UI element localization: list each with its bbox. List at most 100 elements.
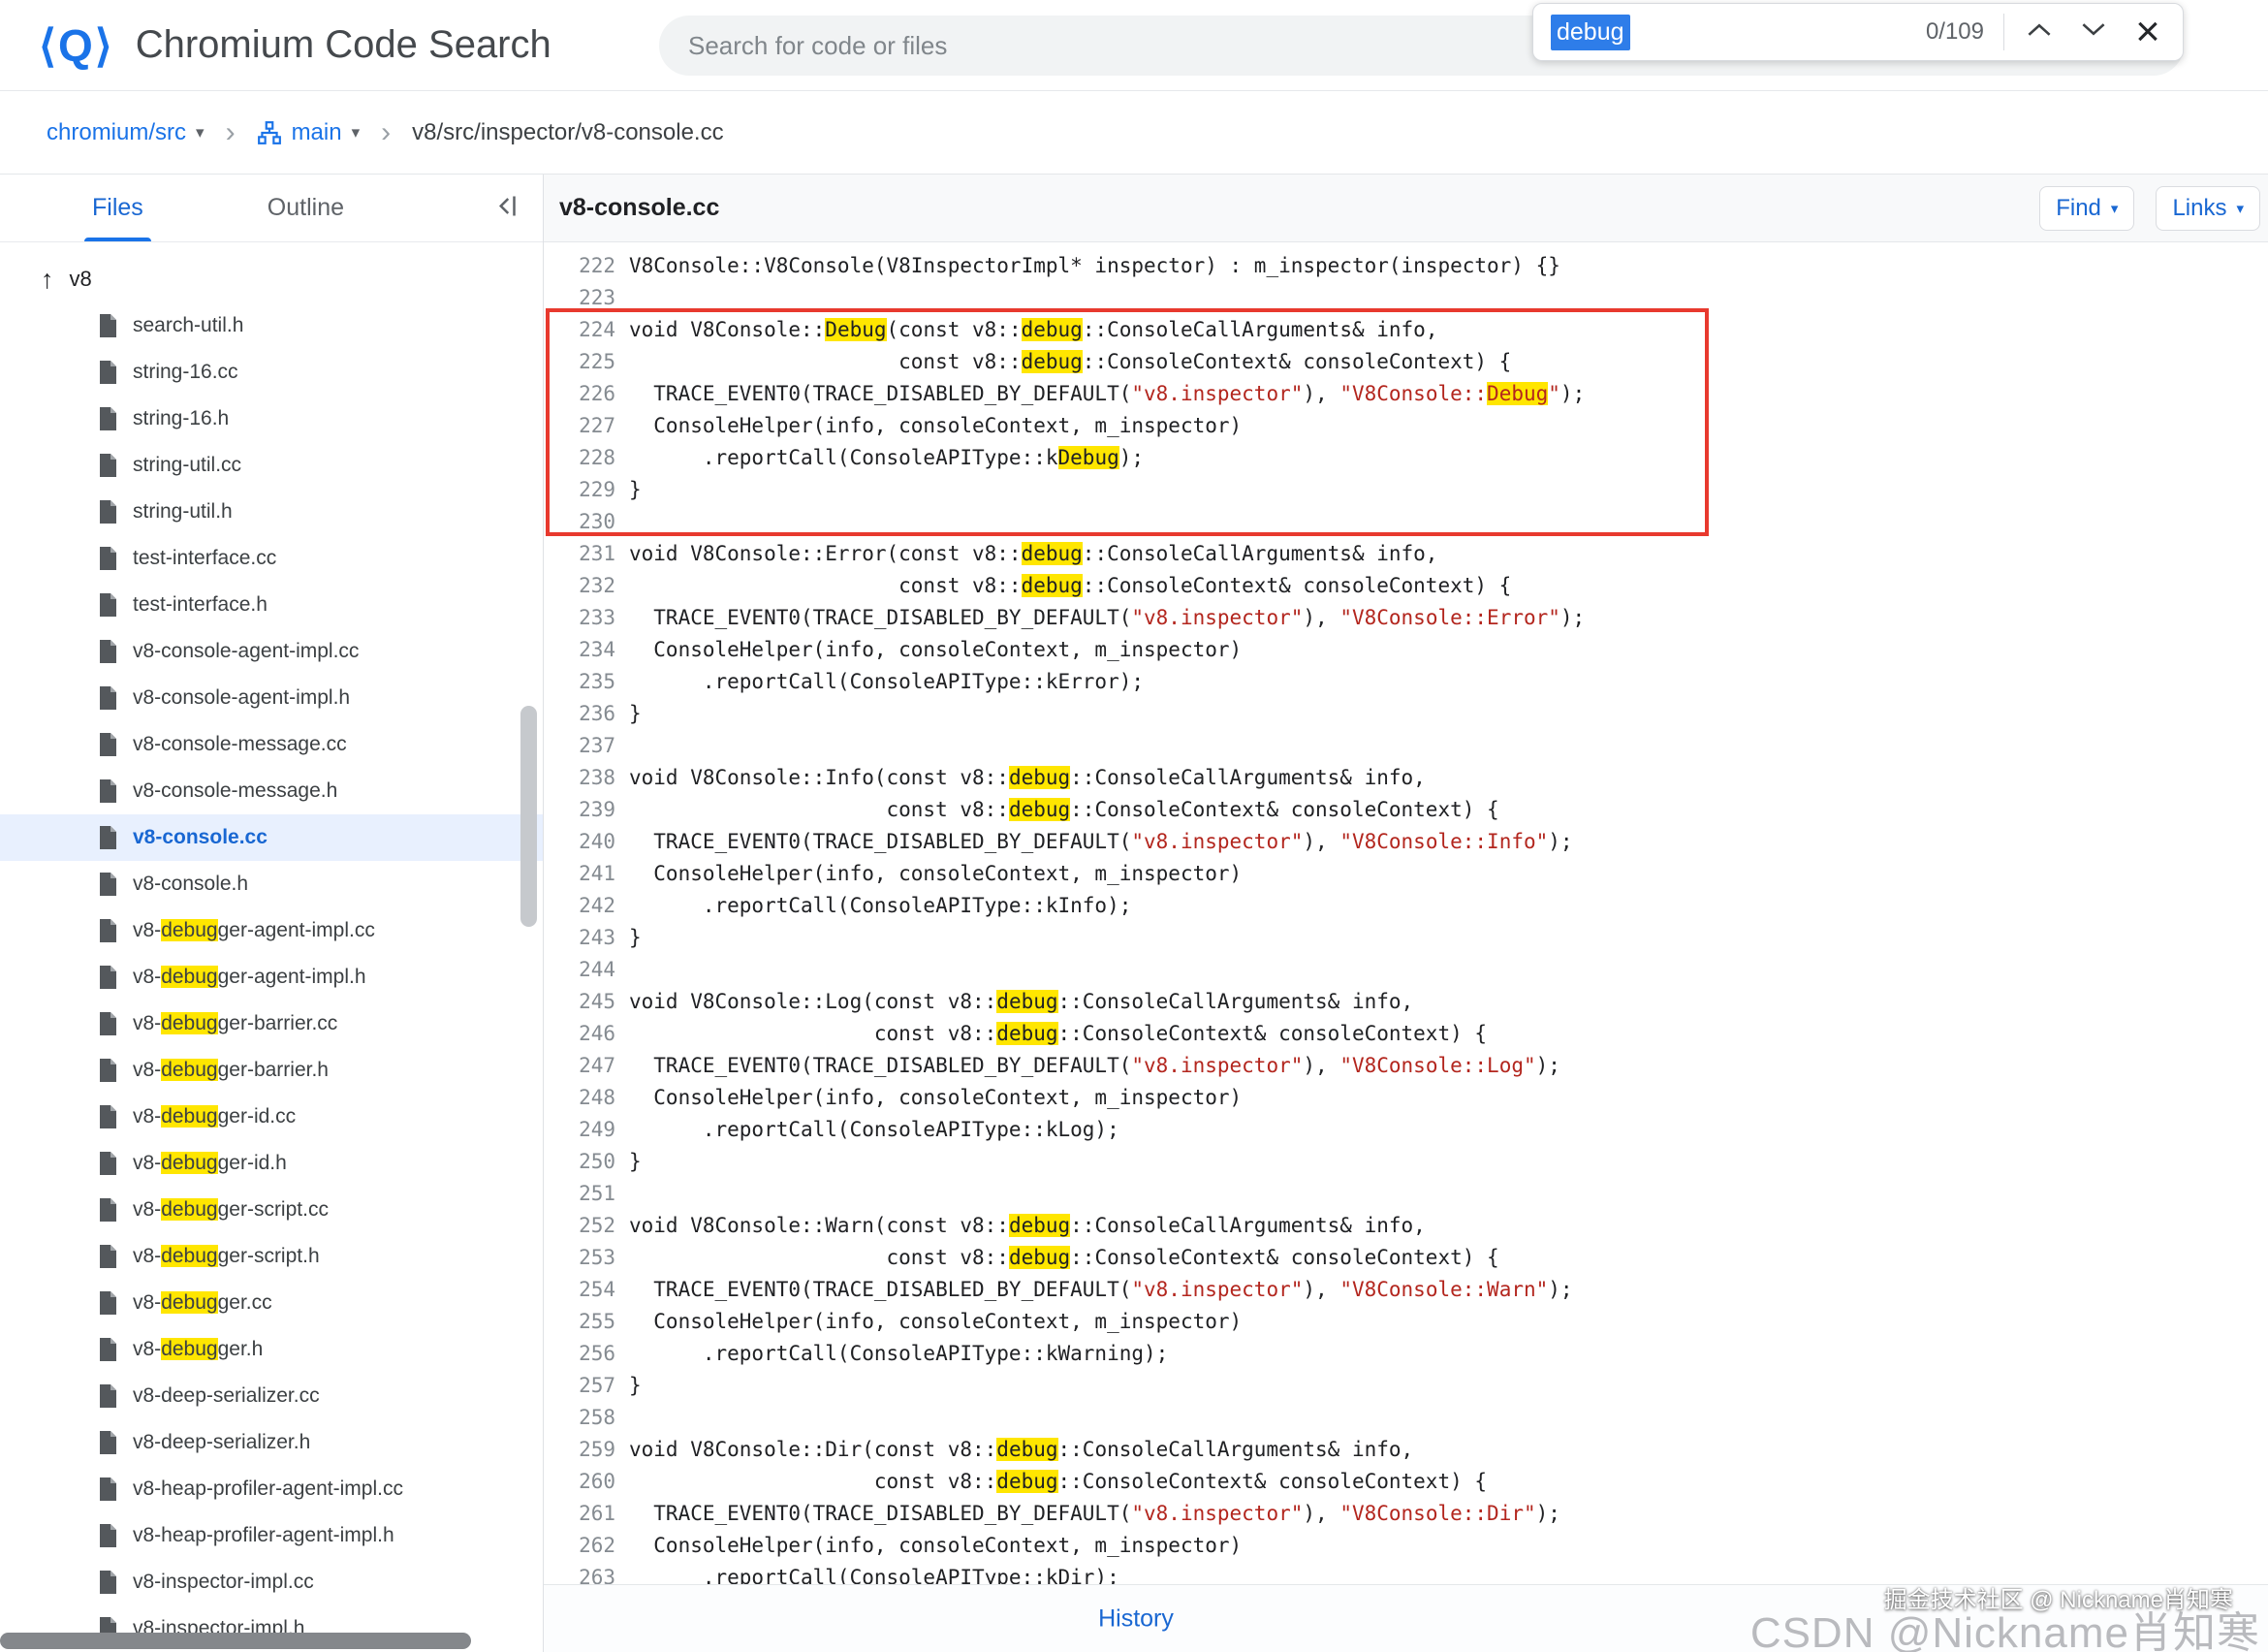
file-icon (97, 592, 118, 618)
line-number[interactable]: 233 (544, 602, 629, 634)
find-bar[interactable]: debug 0/109 × (1532, 3, 2184, 61)
app-logo-icon[interactable]: ⟨Q⟩ (39, 19, 114, 72)
line-number[interactable]: 235 (544, 666, 629, 698)
file-item[interactable]: string-util.cc (0, 442, 543, 489)
line-number[interactable]: 239 (544, 794, 629, 826)
line-number[interactable]: 246 (544, 1018, 629, 1050)
file-item[interactable]: v8-debugger.cc (0, 1280, 543, 1326)
line-number[interactable]: 224 (544, 314, 629, 346)
find-next-button[interactable] (2066, 5, 2121, 59)
code-line: 263 .reportCall(ConsoleAPIType::kDir); (544, 1562, 2268, 1584)
links-menu-button[interactable]: Links ▾ (2156, 186, 2260, 231)
line-number[interactable]: 256 (544, 1338, 629, 1370)
line-number[interactable]: 254 (544, 1274, 629, 1306)
line-number[interactable]: 226 (544, 378, 629, 410)
find-menu-button[interactable]: Find ▾ (2039, 186, 2134, 231)
file-item[interactable]: v8-debugger-agent-impl.h (0, 954, 543, 1001)
line-number[interactable]: 259 (544, 1434, 629, 1466)
file-item[interactable]: v8-debugger-script.cc (0, 1187, 543, 1233)
line-number[interactable]: 242 (544, 890, 629, 922)
file-item[interactable]: v8-debugger.h (0, 1326, 543, 1373)
code-editor[interactable]: 222V8Console::V8Console(V8InspectorImpl*… (544, 242, 2268, 1584)
file-item[interactable]: v8-deep-serializer.cc (0, 1373, 543, 1419)
file-item[interactable]: v8-console.h (0, 861, 543, 907)
line-number[interactable]: 228 (544, 442, 629, 474)
line-number[interactable]: 253 (544, 1242, 629, 1274)
line-number[interactable]: 240 (544, 826, 629, 858)
file-item[interactable]: string-16.h (0, 396, 543, 442)
file-item[interactable]: test-interface.h (0, 582, 543, 628)
file-item[interactable]: v8-heap-profiler-agent-impl.cc (0, 1466, 543, 1512)
line-number[interactable]: 222 (544, 250, 629, 282)
sidebar: Files Outline ↑ v8 search-util.hstring-1… (0, 175, 544, 1652)
line-number[interactable]: 263 (544, 1562, 629, 1584)
line-number[interactable]: 251 (544, 1178, 629, 1210)
line-number[interactable]: 231 (544, 538, 629, 570)
line-number[interactable]: 225 (544, 346, 629, 378)
line-number[interactable]: 255 (544, 1306, 629, 1338)
sidebar-vertical-scrollbar[interactable] (520, 706, 537, 927)
file-item[interactable]: v8-console.cc (0, 814, 543, 861)
line-number[interactable]: 252 (544, 1210, 629, 1242)
file-item[interactable]: string-16.cc (0, 349, 543, 396)
find-close-button[interactable]: × (2121, 5, 2175, 59)
line-number[interactable]: 223 (544, 282, 629, 314)
file-item[interactable]: v8-console-agent-impl.h (0, 675, 543, 721)
tree-root-v8[interactable]: ↑ v8 (0, 256, 543, 302)
file-item[interactable]: v8-deep-serializer.h (0, 1419, 543, 1466)
file-item[interactable]: v8-heap-profiler-agent-impl.h (0, 1512, 543, 1559)
line-number[interactable]: 245 (544, 986, 629, 1018)
line-number[interactable]: 232 (544, 570, 629, 602)
file-item[interactable]: v8-debugger-barrier.h (0, 1047, 543, 1094)
find-input[interactable]: debug (1551, 15, 1630, 50)
line-number[interactable]: 241 (544, 858, 629, 890)
file-item[interactable]: v8-debugger-script.h (0, 1233, 543, 1280)
line-number[interactable]: 248 (544, 1082, 629, 1114)
find-previous-button[interactable] (2012, 5, 2066, 59)
file-item[interactable]: v8-debugger-barrier.cc (0, 1001, 543, 1047)
links-menu-label: Links (2172, 195, 2226, 222)
code-line: 250} (544, 1146, 2268, 1178)
line-number[interactable]: 257 (544, 1370, 629, 1402)
line-number[interactable]: 227 (544, 410, 629, 442)
file-item[interactable]: v8-console-message.h (0, 768, 543, 814)
line-number[interactable]: 244 (544, 954, 629, 986)
file-item[interactable]: v8-inspector-impl.cc (0, 1559, 543, 1605)
file-item[interactable]: v8-console-agent-impl.cc (0, 628, 543, 675)
code-line: 238void V8Console::Info(const v8::debug:… (544, 762, 2268, 794)
file-icon (97, 825, 118, 850)
line-number[interactable]: 236 (544, 698, 629, 730)
line-number[interactable]: 247 (544, 1050, 629, 1082)
tab-outline[interactable]: Outline (268, 175, 344, 241)
breadcrumb-branch[interactable]: main ▾ (257, 119, 361, 146)
line-number[interactable]: 258 (544, 1402, 629, 1434)
file-icon (97, 1244, 118, 1269)
line-number[interactable]: 243 (544, 922, 629, 954)
file-item[interactable]: v8-debugger-id.cc (0, 1094, 543, 1140)
sidebar-horizontal-scrollbar[interactable] (0, 1633, 471, 1649)
collapse-sidebar-button[interactable] (492, 191, 521, 225)
line-number[interactable]: 261 (544, 1498, 629, 1530)
line-number[interactable]: 238 (544, 762, 629, 794)
line-number[interactable]: 237 (544, 730, 629, 762)
file-item[interactable]: v8-console-message.cc (0, 721, 543, 768)
line-number[interactable]: 234 (544, 634, 629, 666)
file-item[interactable]: test-interface.cc (0, 535, 543, 582)
file-item[interactable]: string-util.h (0, 489, 543, 535)
file-header: v8-console.cc Find ▾ Links ▾ (544, 175, 2268, 242)
file-icon (97, 732, 118, 757)
line-number[interactable]: 249 (544, 1114, 629, 1146)
file-item[interactable]: search-util.h (0, 302, 543, 349)
file-item[interactable]: v8-debugger-agent-impl.cc (0, 907, 543, 954)
line-number[interactable]: 260 (544, 1466, 629, 1498)
breadcrumb-repo[interactable]: chromium/src ▾ (47, 119, 205, 146)
line-number[interactable]: 230 (544, 506, 629, 538)
tab-files[interactable]: Files (92, 175, 143, 241)
line-number[interactable]: 229 (544, 474, 629, 506)
file-icon (97, 1151, 118, 1176)
find-menu-label: Find (2056, 195, 2101, 222)
line-number[interactable]: 262 (544, 1530, 629, 1562)
tab-history[interactable]: History (1098, 1604, 1174, 1633)
file-item[interactable]: v8-debugger-id.h (0, 1140, 543, 1187)
line-number[interactable]: 250 (544, 1146, 629, 1178)
